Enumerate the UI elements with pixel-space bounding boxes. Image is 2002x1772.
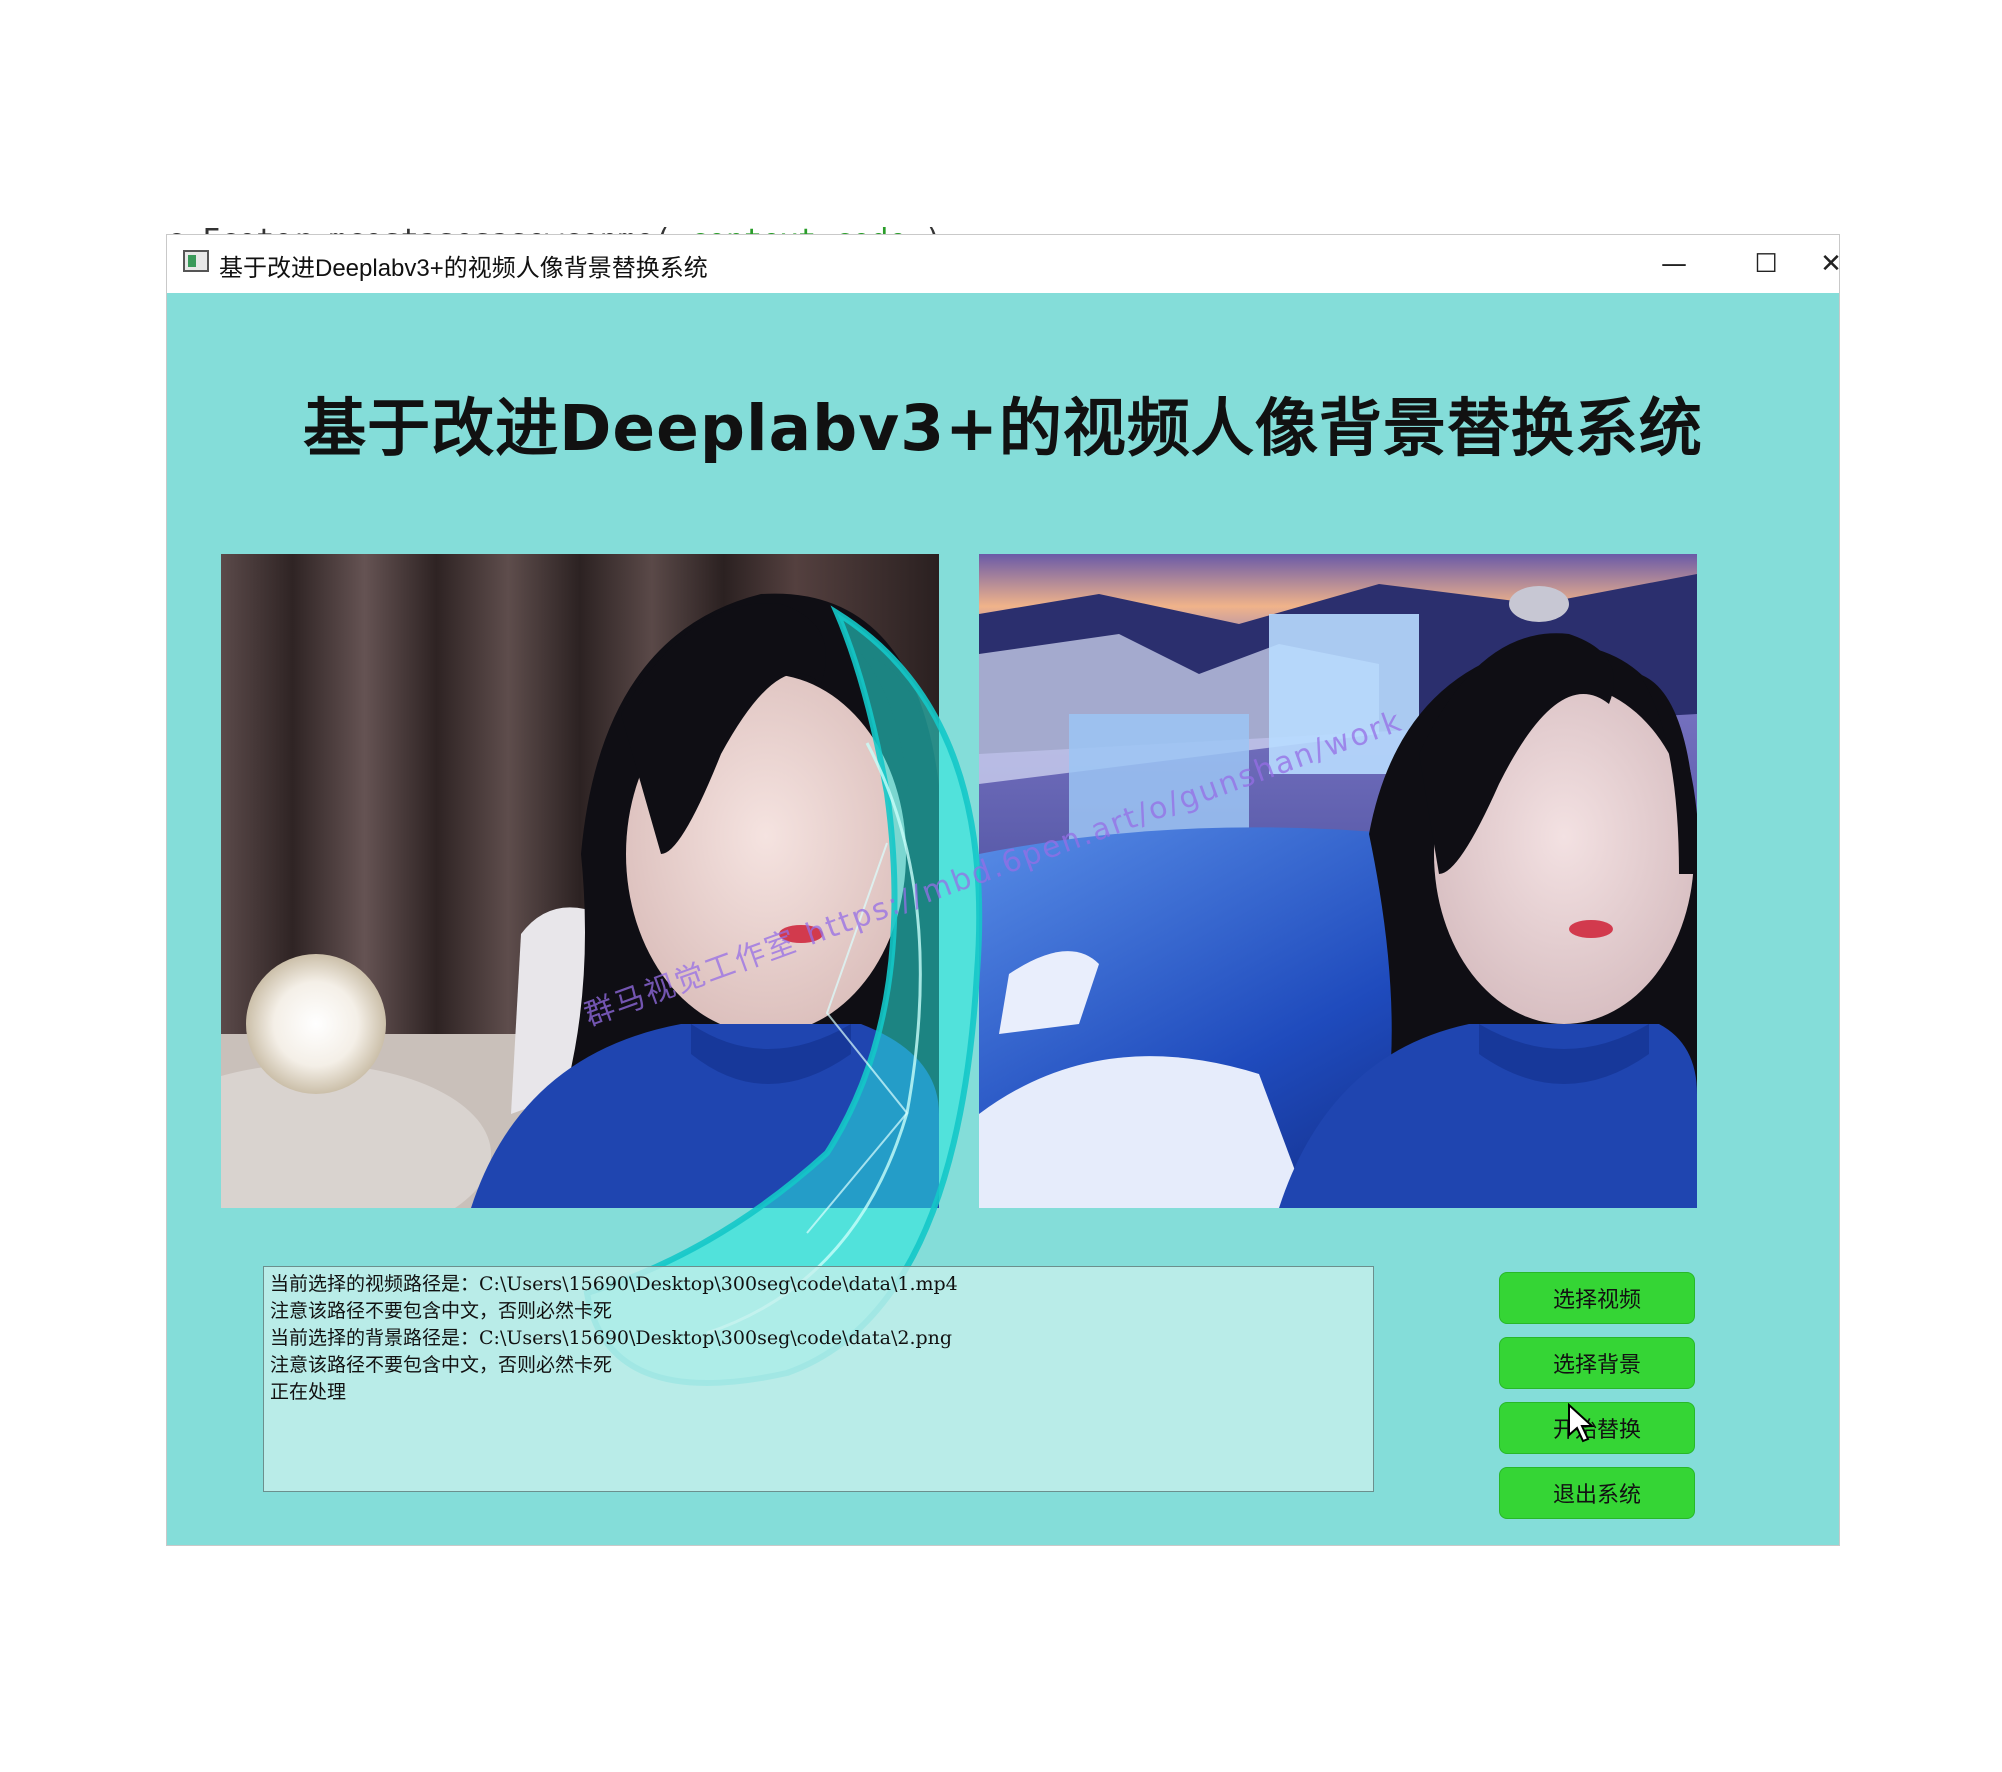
app-icon	[183, 250, 209, 272]
select-background-button[interactable]: 选择背景	[1499, 1337, 1695, 1389]
main-content: 基于改进Deeplabv3+的视频人像背景替换系统 群马视觉工作室 https:…	[167, 293, 1839, 1545]
exit-system-button[interactable]: 退出系统	[1499, 1467, 1695, 1519]
close-icon: ✕	[1820, 249, 1842, 279]
select-video-button[interactable]: 选择视频	[1499, 1272, 1695, 1324]
mouse-cursor-icon	[1568, 1403, 1595, 1443]
app-window: 基于改进Deeplabv3+的视频人像背景替换系统 — ☐ ✕ 基于改进Deep…	[166, 234, 1842, 1546]
title-bar[interactable]: 基于改进Deeplabv3+的视频人像背景替换系统 — ☐ ✕	[167, 235, 1842, 293]
log-line: 当前选择的背景路径是：C:\Users\15690\Desktop\300seg…	[270, 1327, 953, 1349]
maximize-icon: ☐	[1754, 249, 1778, 279]
log-output-area[interactable]: 当前选择的视频路径是：C:\Users\15690\Desktop\300seg…	[263, 1266, 1374, 1492]
window-title: 基于改进Deeplabv3+的视频人像背景替换系统	[219, 255, 708, 282]
maximize-button[interactable]: ☐	[1731, 241, 1801, 287]
minimize-button[interactable]: —	[1639, 241, 1709, 287]
log-line: 当前选择的视频路径是：C:\Users\15690\Desktop\300seg…	[270, 1273, 958, 1295]
start-replace-button[interactable]: 开始替换	[1499, 1402, 1695, 1454]
page-title: 基于改进Deeplabv3+的视频人像背景替换系统	[303, 392, 1703, 465]
close-button[interactable]: ✕	[1820, 241, 1842, 287]
log-line: 正在处理	[270, 1381, 347, 1403]
log-line: 注意该路径不要包含中文，否则必然卡死	[270, 1300, 613, 1322]
log-line: 注意该路径不要包含中文，否则必然卡死	[270, 1354, 613, 1376]
minimize-icon: —	[1661, 249, 1687, 279]
